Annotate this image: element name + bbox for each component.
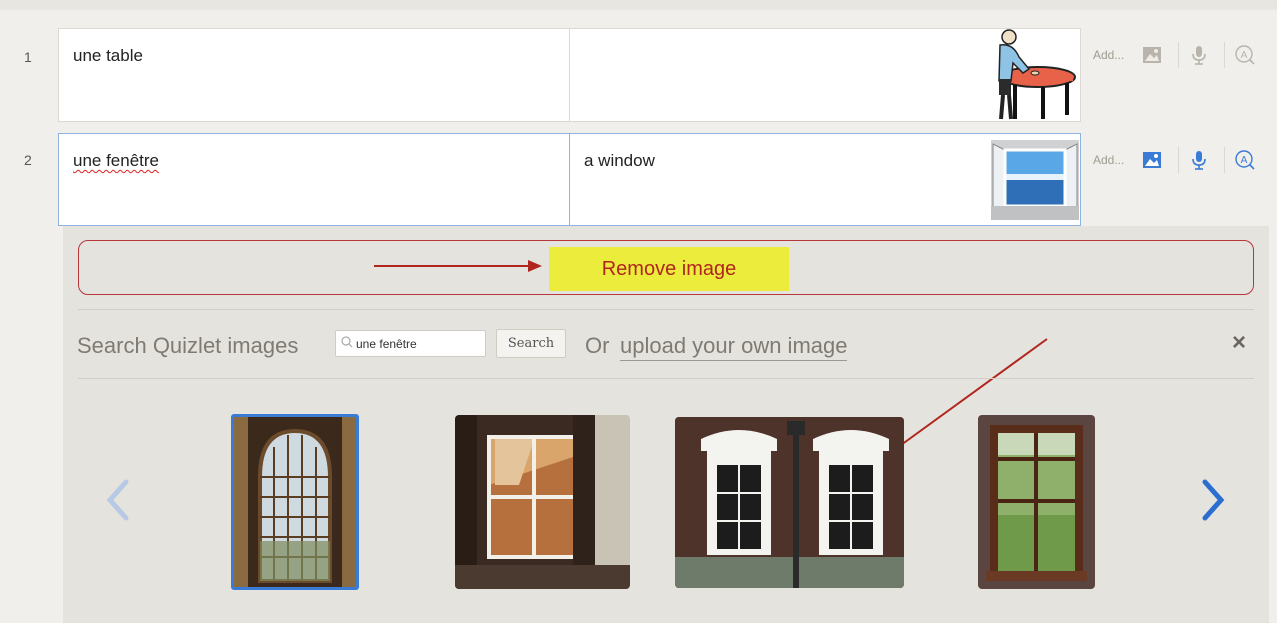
remove-image-label: Remove image	[601, 258, 737, 280]
upload-image-link[interactable]: upload your own image	[620, 333, 848, 361]
search-button[interactable]: Search	[496, 329, 566, 358]
white-trim-windows-thumbnail[interactable]	[675, 417, 904, 588]
or-text: Or	[585, 333, 610, 358]
divider	[78, 378, 1254, 379]
arched-window-thumbnail[interactable]	[231, 414, 359, 590]
chevron-right-icon[interactable]	[1201, 478, 1225, 522]
microphone-icon[interactable]	[1188, 44, 1210, 66]
add-label[interactable]: Add...	[1093, 48, 1124, 62]
definition-field[interactable]: a window	[569, 133, 1081, 226]
table-person-image[interactable]	[983, 29, 1079, 121]
image-icon[interactable]	[1141, 149, 1163, 171]
chevron-left-icon[interactable]	[106, 478, 130, 522]
top-bar	[0, 0, 1277, 10]
row-tools: Add... A	[1080, 28, 1270, 122]
term-field[interactable]: une fenêtre	[58, 133, 570, 226]
search-label: Search Quizlet images	[77, 333, 299, 358]
remove-image-button[interactable]: Remove image	[549, 247, 789, 291]
search-input[interactable]: une fenêtre	[335, 330, 486, 357]
add-label[interactable]: Add...	[1093, 153, 1124, 167]
definition-field[interactable]	[569, 28, 1081, 122]
definition-text: a window	[584, 151, 655, 170]
search-value: une fenêtre	[356, 337, 417, 351]
window-image[interactable]	[991, 140, 1079, 220]
accessibility-icon[interactable]: A	[1234, 149, 1256, 171]
term-text: une fenêtre	[73, 151, 160, 170]
row-number: 2	[24, 152, 32, 168]
close-icon[interactable]: ×	[1232, 329, 1246, 357]
reflection-window-thumbnail[interactable]	[455, 415, 630, 589]
image-icon[interactable]	[1141, 44, 1163, 66]
term-text: une table	[73, 46, 143, 65]
row-number: 1	[24, 49, 32, 65]
wooden-window-thumbnail[interactable]	[978, 415, 1095, 589]
row-tools: Add... A	[1080, 133, 1270, 227]
svg-text:A: A	[1241, 155, 1248, 166]
microphone-icon[interactable]	[1188, 149, 1210, 171]
divider	[78, 309, 1254, 310]
accessibility-icon[interactable]: A	[1234, 44, 1256, 66]
annotation-arrow	[374, 260, 542, 272]
term-field[interactable]: une table	[58, 28, 570, 122]
svg-text:A: A	[1241, 50, 1248, 61]
search-icon	[341, 336, 353, 348]
